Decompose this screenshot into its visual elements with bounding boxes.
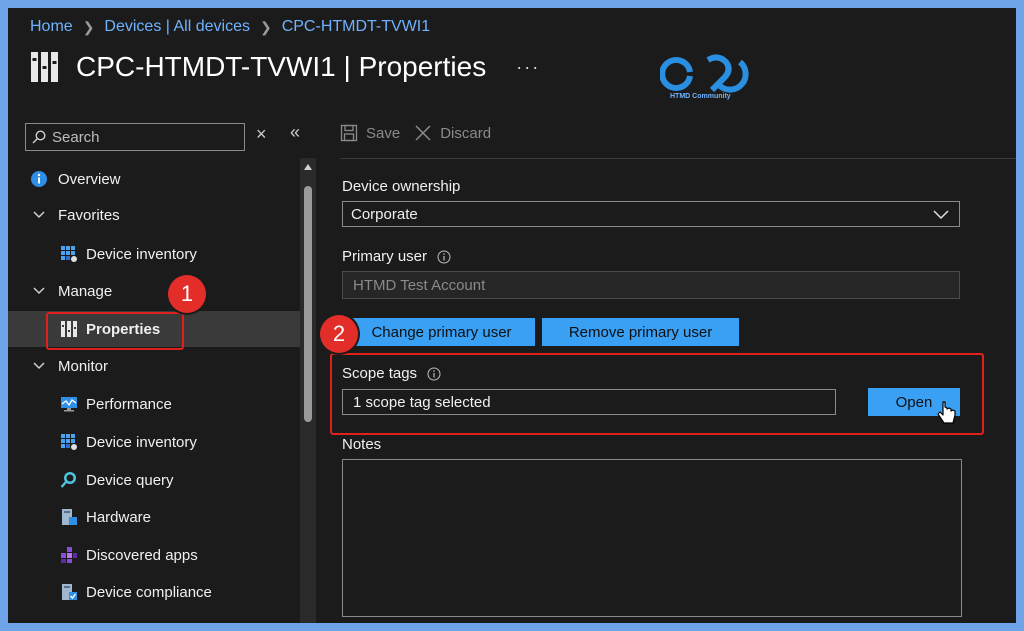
chevron-down-icon — [33, 362, 45, 370]
search-icon — [32, 130, 46, 144]
hardware-icon — [62, 509, 77, 525]
sidebar-item-label: Hardware — [86, 508, 152, 526]
primary-user-label-text: Primary user — [342, 248, 428, 265]
change-primary-user-button[interactable]: Change primary user — [348, 318, 535, 346]
sidebar-item-label: Device compliance — [86, 583, 212, 601]
hand-cursor-icon — [937, 401, 956, 424]
discard-button[interactable]: Discard — [414, 124, 491, 142]
page-title: CPC-HTMDT-TVWI1 | Properties — [76, 51, 487, 82]
sidebar-group-monitor[interactable]: Monitor — [8, 348, 300, 384]
device-query-icon — [60, 472, 76, 488]
scrollbar-thumb[interactable] — [304, 186, 312, 422]
search-input[interactable] — [50, 127, 234, 147]
logo-caption: HTMD Community — [670, 93, 731, 100]
primary-user-value: HTMD Test Account — [353, 276, 486, 294]
notes-label-text: Notes — [342, 436, 382, 453]
primary-user-field: HTMD Test Account — [342, 271, 960, 299]
chevron-down-icon — [33, 211, 45, 219]
device-inventory-icon — [61, 434, 77, 450]
sidebar-item-label: Device inventory — [86, 245, 197, 263]
sidebar-group-favorites[interactable]: Favorites — [8, 197, 300, 233]
device-ownership-label: Device ownership — [342, 178, 460, 195]
highlight-scope-tags — [330, 353, 984, 435]
toolbar: Save Discard — [340, 124, 491, 142]
sidebar: Overview Favorites Device inventory Mana… — [8, 158, 300, 623]
search-box[interactable] — [25, 123, 245, 151]
breadcrumb-separator-icon: ❯ — [82, 18, 95, 35]
sidebar-item-device-compliance[interactable]: Device compliance — [8, 574, 300, 610]
device-ownership-value: Corporate — [351, 205, 418, 223]
device-compliance-icon — [62, 584, 77, 600]
scroll-up-arrow-icon[interactable] — [304, 164, 312, 170]
save-label: Save — [366, 124, 401, 142]
sidebar-item-label: Device inventory — [86, 433, 197, 451]
sidebar-item-label: Performance — [86, 395, 172, 413]
toolbar-divider — [340, 158, 1016, 159]
sidebar-item-label: Discovered apps — [86, 546, 198, 564]
sidebar-item-label: Manage — [58, 282, 113, 300]
info-icon — [31, 171, 47, 187]
title-row: CPC-HTMDT-TVWI1 | Properties ··· — [30, 50, 540, 84]
sidebar-item-label: Overview — [58, 170, 121, 188]
highlight-properties — [46, 312, 184, 350]
breadcrumb-separator-icon: ❯ — [259, 18, 272, 35]
save-button[interactable]: Save — [340, 124, 400, 142]
notes-textarea[interactable] — [342, 459, 962, 617]
close-icon — [415, 125, 431, 141]
step-badge-2: 2 — [320, 315, 358, 353]
sidebar-scrollbar[interactable] — [300, 158, 316, 623]
sidebar-item-hardware[interactable]: Hardware — [8, 499, 300, 535]
info-icon[interactable] — [437, 250, 451, 264]
device-ownership-label-text: Device ownership — [342, 178, 461, 195]
save-icon — [340, 124, 358, 142]
breadcrumb-home[interactable]: Home — [30, 18, 73, 36]
clear-search-button[interactable]: × — [256, 124, 267, 145]
collapse-sidebar-button[interactable]: « — [290, 122, 300, 143]
primary-user-label: Primary user — [342, 248, 451, 265]
sidebar-group-manage[interactable]: Manage — [8, 273, 300, 309]
breadcrumb-all-devices[interactable]: Devices | All devices — [104, 18, 250, 36]
sidebar-item-device-inventory[interactable]: Device inventory — [8, 424, 300, 460]
chevron-down-icon — [33, 287, 45, 295]
notes-label: Notes — [342, 436, 381, 453]
sidebar-item-label: Monitor — [58, 357, 109, 375]
device-inventory-icon — [61, 246, 77, 262]
breadcrumb: Home ❯ Devices | All devices ❯ CPC-HTMDT… — [30, 18, 430, 36]
sidebar-item-overview[interactable]: Overview — [8, 161, 300, 197]
breadcrumb-device[interactable]: CPC-HTMDT-TVWI1 — [282, 18, 430, 36]
portal-frame: Home ❯ Devices | All devices ❯ CPC-HTMDT… — [8, 8, 1016, 623]
device-ownership-dropdown[interactable]: Corporate — [342, 201, 960, 227]
performance-icon — [61, 397, 77, 412]
sidebar-item-label: Favorites — [58, 206, 120, 224]
sidebar-item-performance[interactable]: Performance — [8, 386, 300, 422]
more-options-button[interactable]: ··· — [516, 57, 540, 78]
step-badge-1: 1 — [168, 275, 206, 313]
discovered-apps-icon — [61, 547, 77, 563]
discard-label: Discard — [440, 124, 492, 142]
sidebar-item-device-query[interactable]: Device query — [8, 462, 300, 498]
htmd-logo — [660, 54, 749, 93]
sidebar-item-device-inventory-fav[interactable]: Device inventory — [8, 236, 300, 272]
properties-icon — [31, 52, 58, 82]
remove-primary-user-button[interactable]: Remove primary user — [542, 318, 739, 346]
sidebar-item-label: Device query — [86, 471, 174, 489]
sidebar-item-discovered-apps[interactable]: Discovered apps — [8, 537, 300, 573]
chevron-down-icon — [933, 210, 949, 220]
